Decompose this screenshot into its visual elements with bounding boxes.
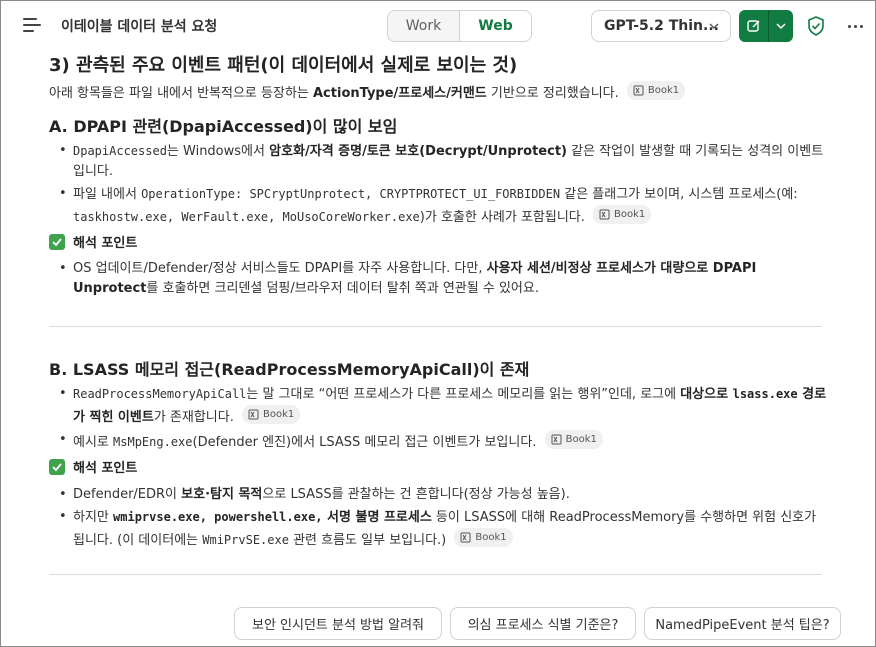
citation-chip[interactable]: Book1 (593, 205, 652, 224)
interpretation-point-heading: 해석 포인트 (49, 457, 137, 476)
model-selector[interactable]: GPT-5.2 Thin... (591, 10, 731, 42)
list-item: ReadProcessMemoryApiCall는 말 그대로 “어떤 프로세스… (49, 384, 829, 428)
app-window: 이테이블 데이터 분석 요청 Work Web GPT-5.2 Thin... (0, 0, 876, 647)
intro-paragraph: 아래 항목들은 파일 내에서 반복적으로 등장하는 ActionType/프로세… (49, 81, 686, 101)
section-heading: 3) 관측된 주요 이벤트 패턴(이 데이터에서 실제로 보이는 것) (49, 55, 518, 76)
excel-file-icon (248, 409, 259, 420)
subsection-heading-a: A. DPAPI 관련(DpapiAccessed)이 많이 보임 (49, 117, 398, 136)
section-b-list: ReadProcessMemoryApiCall는 말 그대로 “어떤 프로세스… (49, 384, 829, 455)
compose-icon (746, 20, 760, 32)
divider (49, 574, 822, 575)
new-chat-options-button[interactable] (769, 10, 793, 42)
tab-work[interactable]: Work (388, 11, 459, 41)
checkmark-icon (49, 233, 65, 250)
list-item: 예시로 MsMpEng.exe(Defender 엔진)에서 LSASS 메모리… (49, 430, 829, 453)
suggestion-chip[interactable]: 의심 프로세스 식별 기준은? (450, 607, 636, 640)
chevron-down-icon (776, 23, 786, 30)
subsection-heading-b: B. LSASS 메모리 접근(ReadProcessMemoryApiCall… (49, 360, 530, 379)
suggestion-chip[interactable]: 보안 인시던트 분석 방법 알려줘 (234, 607, 442, 640)
citation-chip[interactable]: Book1 (241, 405, 301, 424)
citation-chip[interactable]: Book1 (454, 528, 513, 547)
excel-file-icon (633, 85, 644, 96)
model-label: GPT-5.2 Thin... (604, 18, 719, 34)
section-a-points-list: OS 업데이트/Defender/정상 서비스들도 DPAPI를 자주 사용합니… (49, 259, 829, 301)
list-item: 하지만 wmiprvse.exe, powershell.exe, 서명 불명 … (49, 507, 829, 551)
hamburger-menu-icon[interactable] (23, 17, 43, 33)
shield-check-icon[interactable] (806, 15, 826, 37)
list-item: Defender/EDR이 보호·탐지 목적으로 LSASS를 관찰하는 건 흔… (49, 485, 829, 505)
work-web-toggle: Work Web (387, 10, 532, 42)
suggestion-chip[interactable]: NamedPipeEvent 분석 팁은? (644, 607, 841, 640)
list-item: 파일 내에서 OperationType: SPCryptUnprotect, … (49, 184, 829, 228)
citation-chip[interactable]: Book1 (626, 81, 686, 100)
citation-chip[interactable]: Book1 (544, 430, 603, 449)
chevron-down-icon (709, 23, 719, 29)
new-chat-button[interactable] (739, 10, 769, 42)
excel-file-icon (460, 532, 471, 543)
divider (49, 326, 822, 327)
tab-web[interactable]: Web (459, 11, 531, 41)
checkmark-icon (49, 458, 65, 475)
conversation-title: 이테이블 데이터 분석 요청 (61, 19, 218, 35)
list-item: OS 업데이트/Defender/정상 서비스들도 DPAPI를 자주 사용합니… (49, 259, 829, 299)
excel-file-icon (599, 209, 610, 220)
top-bar: 이테이블 데이터 분석 요청 Work Web GPT-5.2 Thin... (1, 1, 875, 51)
section-b-points-list: Defender/EDR이 보호·탐지 목적으로 LSASS를 관찰하는 건 흔… (49, 485, 829, 553)
excel-file-icon (551, 434, 562, 445)
more-options-icon[interactable] (845, 15, 867, 37)
interpretation-point-heading: 해석 포인트 (49, 232, 137, 251)
list-item: DpapiAccessed는 Windows에서 암호화/자격 증명/토큰 보호… (49, 141, 829, 182)
new-chat-button-group (739, 10, 793, 42)
section-a-list: DpapiAccessed는 Windows에서 암호화/자격 증명/토큰 보호… (49, 141, 829, 230)
